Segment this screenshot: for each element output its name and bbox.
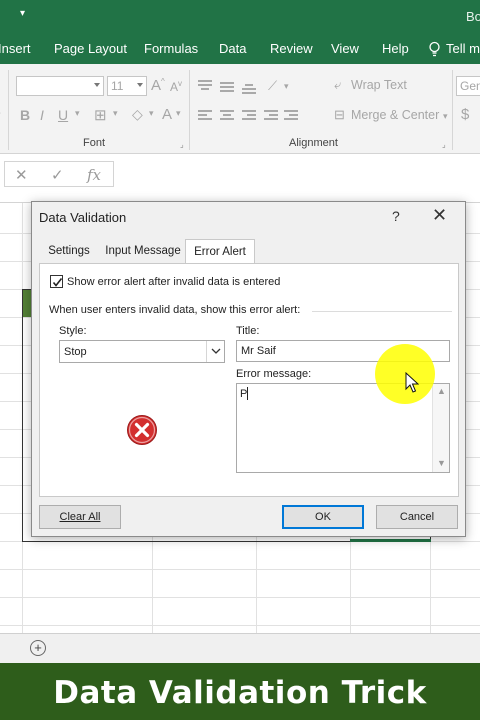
caption-banner: Data Validation Trick [0, 663, 480, 720]
add-sheet-icon[interactable]: + [30, 640, 46, 656]
chevron-down-icon[interactable] [206, 341, 224, 362]
cancel-button[interactable]: Cancel [376, 505, 458, 529]
formula-bar: ✕ ✓ fx [0, 155, 480, 203]
underline-icon[interactable]: U [58, 107, 68, 123]
dialog-title: Data Validation [39, 210, 127, 225]
window-title: Bo [466, 9, 480, 24]
error-message-label: Error message: [236, 368, 312, 380]
selection-border [350, 539, 431, 542]
lightbulb-icon [429, 41, 440, 57]
ok-button[interactable]: OK [282, 505, 364, 529]
tab-formulas[interactable]: Formulas [144, 41, 198, 56]
font-name-box[interactable] [16, 76, 104, 96]
title-value: Mr Saif [241, 345, 276, 357]
merge-icon[interactable]: ⊟ [334, 107, 345, 123]
quick-access-dropdown-icon[interactable]: ▾ [20, 8, 25, 19]
underline-dropdown-icon[interactable]: ▾ [75, 108, 80, 119]
decrease-font-icon[interactable]: Av [170, 79, 182, 94]
bold-icon[interactable]: B [20, 107, 30, 123]
align-right-icon[interactable] [242, 110, 256, 122]
tab-data[interactable]: Data [219, 41, 246, 56]
group-separator [452, 70, 453, 150]
orientation-icon[interactable]: ⟋ [268, 78, 277, 94]
mouse-pointer-icon [405, 372, 419, 393]
number-format-box[interactable]: Gen [456, 76, 480, 96]
wrap-text-button[interactable]: Wrap Text [351, 78, 407, 92]
section-label: When user enters invalid data, show this… [49, 304, 301, 316]
confirm-entry-icon[interactable]: ✓ [51, 166, 64, 184]
tab-view[interactable]: View [331, 41, 359, 56]
font-color-icon[interactable]: A [162, 106, 172, 123]
clear-all-button[interactable]: Clear All [39, 505, 121, 529]
orientation-dropdown-icon[interactable]: ▾ [284, 81, 289, 92]
tab-page-layout[interactable]: Page Layout [54, 41, 127, 56]
font-color-dropdown-icon[interactable]: ▾ [176, 108, 181, 119]
align-middle-icon[interactable] [220, 80, 234, 92]
tab-help[interactable]: Help [382, 41, 409, 56]
font-group-label: Font [83, 137, 106, 149]
font-size-box[interactable]: 11 [107, 76, 147, 96]
group-separator [189, 70, 190, 150]
alignment-launcher-icon[interactable]: ⌟ [442, 140, 446, 149]
tell-me-search[interactable]: Tell me [446, 41, 480, 56]
scroll-up-icon[interactable]: ▲ [437, 386, 446, 396]
close-icon[interactable]: ✕ [432, 205, 447, 226]
increase-indent-icon[interactable] [284, 110, 298, 122]
text-caret [247, 387, 248, 400]
ribbon: ᐩ 11 A^ Av B I U ▾ ⊞ ▾ ◇ ▾ A ▾ Font ⌟ ⟋ … [0, 64, 480, 154]
section-divider [312, 311, 452, 312]
font-launcher-icon[interactable]: ⌟ [180, 140, 184, 149]
decrease-indent-icon[interactable] [264, 110, 278, 122]
wrap-text-icon[interactable]: ⤶ [334, 77, 341, 93]
checkmark-icon [52, 278, 63, 287]
stop-error-icon [127, 415, 157, 445]
format-painter-icon[interactable]: ᐩ [0, 108, 1, 124]
group-separator [8, 70, 9, 150]
tab-insert[interactable]: Insert [0, 41, 31, 56]
align-center-icon[interactable] [220, 110, 234, 122]
cancel-entry-icon[interactable]: ✕ [15, 166, 28, 184]
tab-input-message[interactable]: Input Message [102, 239, 184, 263]
tab-review[interactable]: Review [270, 41, 313, 56]
increase-font-icon[interactable]: A^ [151, 77, 165, 94]
textarea-scrollbar[interactable]: ▲ ▼ [432, 384, 449, 472]
style-select[interactable]: Stop [59, 340, 225, 363]
borders-dropdown-icon[interactable]: ▾ [113, 108, 118, 119]
show-alert-label: Show error alert after invalid data is e… [67, 276, 281, 288]
help-icon[interactable]: ? [392, 208, 400, 224]
title-label: Title: [236, 325, 260, 337]
fill-color-icon[interactable]: ◇ [132, 106, 143, 123]
show-alert-checkbox[interactable] [50, 275, 63, 288]
formula-buttons: ✕ ✓ fx [4, 161, 114, 187]
tab-settings[interactable]: Settings [44, 239, 94, 263]
tab-error-alert[interactable]: Error Alert [185, 239, 255, 264]
fill-dropdown-icon[interactable]: ▾ [149, 108, 154, 119]
merge-dropdown-icon[interactable]: ▾ [443, 111, 448, 122]
style-label: Style: [59, 325, 87, 337]
currency-icon[interactable]: $ [461, 106, 469, 123]
italic-icon[interactable]: I [40, 107, 44, 123]
align-top-icon[interactable] [198, 80, 212, 92]
ribbon-tabs: Insert Page Layout Formulas Data Review … [0, 34, 480, 64]
alignment-group-label: Alignment [289, 137, 338, 149]
insert-function-icon[interactable]: fx [87, 166, 101, 184]
borders-icon[interactable]: ⊞ [94, 106, 107, 124]
scroll-down-icon[interactable]: ▼ [437, 458, 446, 468]
align-left-icon[interactable] [198, 110, 212, 122]
style-value: Stop [64, 346, 87, 358]
align-bottom-icon[interactable] [242, 80, 256, 94]
sheet-tab-bar: + [0, 633, 480, 663]
caption-text: Data Validation Trick [53, 675, 427, 711]
title-bar: ▾ Bo [0, 0, 480, 34]
merge-center-button[interactable]: Merge & Center [351, 108, 439, 122]
